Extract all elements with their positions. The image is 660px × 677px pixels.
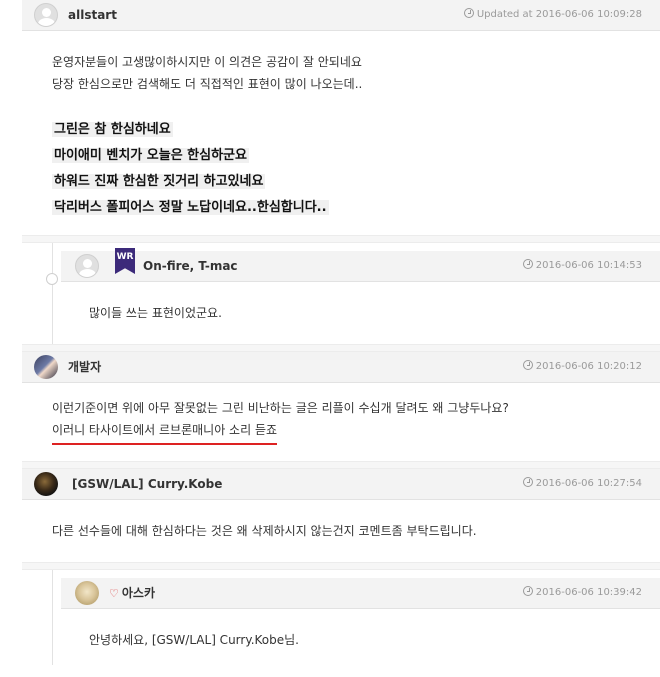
comment-item: 개발자 2016-06-06 10:20:12 이런기준이면 위에 아무 잘못없…	[22, 352, 660, 461]
comment-header: allstart Updated at 2016-06-06 10:09:28	[22, 0, 660, 31]
clock-icon	[463, 8, 474, 18]
comment-bold-line: 마이애미 벤치가 오늘은 한심하군요	[52, 148, 249, 163]
timestamp-text: 2016-06-06 10:14:53	[535, 260, 642, 271]
comment-body: 운영자분들이 고생많이하시지만 이 의견은 공감이 잘 안되네요 당장 한심으로…	[22, 31, 660, 235]
comment-body: 많이들 쓰는 표현이었군요.	[53, 282, 660, 334]
comment-bold-line: 하워드 진짜 한심한 짓거리 하고있네요	[52, 174, 266, 189]
comment-text-line: 당장 한심으로만 검색해도 더 직접적인 표현이 많이 나오는데..	[52, 77, 363, 91]
comment-timestamp: 2016-06-06 10:39:42	[522, 578, 642, 608]
comment-thread: allstart Updated at 2016-06-06 10:09:28 …	[22, 0, 660, 665]
timestamp-text: 2016-06-06 10:20:12	[535, 361, 642, 372]
avatar[interactable]	[75, 254, 99, 278]
comment-body: 안녕하세요, [GSW/LAL] Curry.Kobe님.	[53, 609, 660, 665]
comment-item: [GSW/LAL] Curry.Kobe 2016-06-06 10:27:54…	[22, 469, 660, 562]
comment-bold-line: 닥리버스 폴피어스 정말 노답이네요..한심합니다..	[52, 200, 329, 215]
reply-item: ♡ 아스카 2016-06-06 10:39:42 안녕하세요, [GSW/LAL…	[52, 570, 660, 665]
clock-icon	[522, 360, 533, 370]
comment-text-line: 많이들 쓰는 표현이었군요.	[89, 306, 222, 320]
comment-divider	[22, 461, 660, 469]
heart-icon: ♡	[109, 587, 119, 600]
comment-divider	[22, 235, 660, 243]
comment-header: 개발자 2016-06-06 10:20:12	[22, 352, 660, 383]
author-name-text: 아스카	[121, 586, 155, 600]
avatar[interactable]	[75, 581, 99, 605]
comment-author[interactable]: allstart	[68, 0, 117, 30]
comment-timestamp: 2016-06-06 10:27:54	[522, 469, 642, 499]
clock-icon	[522, 259, 533, 269]
comment-author[interactable]: ♡ 아스카	[109, 578, 155, 608]
writer-badge-icon: WR	[115, 248, 135, 274]
comment-timestamp: Updated at 2016-06-06 10:09:28	[463, 0, 642, 30]
clock-icon	[522, 477, 533, 487]
comment-header: WR On-fire, T-mac 2016-06-06 10:14:53	[61, 248, 660, 282]
comment-header: [GSW/LAL] Curry.Kobe 2016-06-06 10:27:54	[22, 469, 660, 500]
comment-timestamp: 2016-06-06 10:14:53	[522, 251, 642, 281]
comment-author[interactable]: [GSW/LAL] Curry.Kobe	[72, 469, 222, 499]
reply-marker-icon	[46, 273, 58, 285]
comment-divider	[22, 562, 660, 570]
comment-text-line: 안녕하세요, [GSW/LAL] Curry.Kobe님.	[89, 633, 300, 647]
clock-icon	[522, 586, 533, 596]
timestamp-text: 2016-06-06 10:39:42	[535, 587, 642, 598]
underlined-text: 이러니 타사이트에서 르브론매니아 소리 듣죠	[52, 419, 278, 445]
comment-body: 이런기준이면 위에 아무 잘못없는 그린 비난하는 글은 리플이 수십개 달려도…	[22, 383, 660, 461]
comment-divider	[22, 344, 660, 352]
comment-author[interactable]: 개발자	[68, 352, 101, 382]
avatar[interactable]	[34, 355, 58, 379]
timestamp-text: 2016-06-06 10:27:54	[535, 478, 642, 489]
comment-text-line: 운영자분들이 고생많이하시지만 이 의견은 공감이 잘 안되네요	[52, 55, 362, 69]
comment-item: allstart Updated at 2016-06-06 10:09:28 …	[22, 0, 660, 235]
comment-header: ♡ 아스카 2016-06-06 10:39:42	[61, 578, 660, 609]
reply-item: WR On-fire, T-mac 2016-06-06 10:14:53 많이…	[46, 243, 660, 344]
comment-body: 다른 선수들에 대해 한심하다는 것은 왜 삭제하시지 않는건지 코멘트좀 부탁…	[22, 500, 660, 562]
comment-timestamp: 2016-06-06 10:20:12	[522, 352, 642, 382]
comment-bold-line: 그린은 참 한심하네요	[52, 122, 173, 137]
timestamp-text: Updated at 2016-06-06 10:09:28	[476, 9, 642, 20]
avatar[interactable]	[34, 3, 58, 27]
comment-text-line: 다른 선수들에 대해 한심하다는 것은 왜 삭제하시지 않는건지 코멘트좀 부탁…	[52, 524, 477, 538]
comment-text-line: 이런기준이면 위에 아무 잘못없는 그린 비난하는 글은 리플이 수십개 달려도…	[52, 401, 509, 415]
avatar[interactable]	[34, 472, 58, 496]
comment-author[interactable]: On-fire, T-mac	[143, 251, 238, 281]
